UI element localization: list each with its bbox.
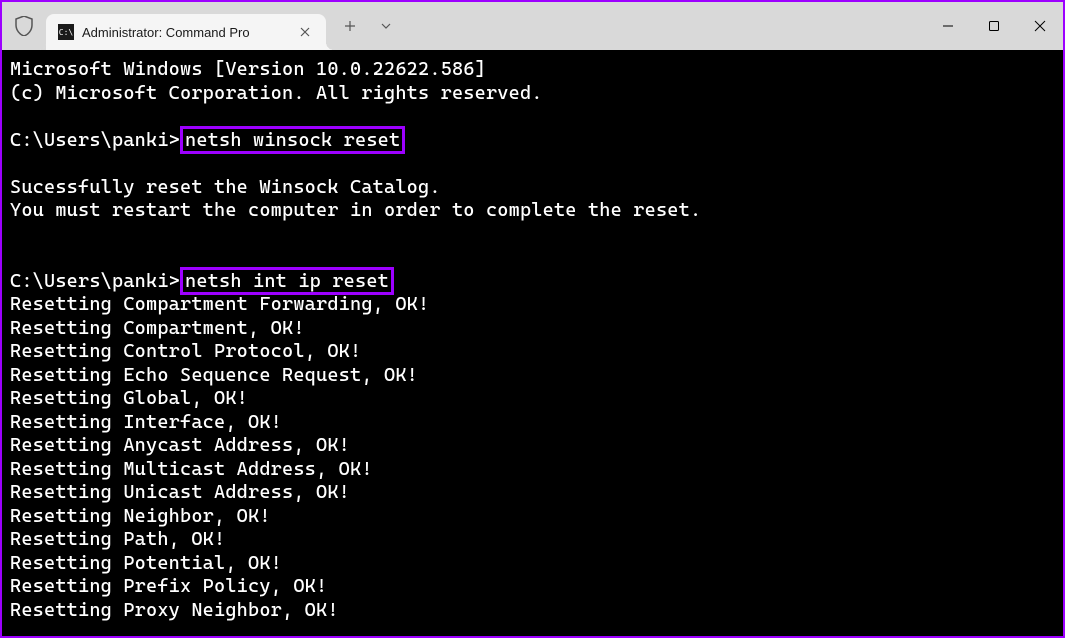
command-highlight-1: netsh winsock reset — [180, 126, 405, 154]
output-line: Resetting Prefix Policy, OK! — [10, 575, 327, 597]
copyright-line: (c) Microsoft Corporation. All rights re… — [10, 82, 543, 104]
prompt: C:\Users\panki> — [10, 129, 180, 151]
output-line: Sucessfully reset the Winsock Catalog. — [10, 176, 441, 198]
output-line: Resetting Compartment, OK! — [10, 317, 305, 339]
terminal-output[interactable]: Microsoft Windows [Version 10.0.22622.58… — [2, 50, 1063, 630]
output-line: Resetting Global, OK! — [10, 387, 248, 409]
minimize-button[interactable] — [925, 2, 971, 50]
output-line: You must restart the computer in order t… — [10, 199, 701, 221]
plus-icon — [344, 20, 356, 32]
output-line: Resetting Echo Sequence Request, OK! — [10, 364, 418, 386]
output-line: Resetting Proxy Neighbor, OK! — [10, 599, 339, 621]
cmd-icon: C:\ — [58, 24, 74, 40]
command-highlight-2: netsh int ip reset — [180, 267, 394, 295]
output-line: Resetting Unicast Address, OK! — [10, 481, 350, 503]
titlebar-left: C:\ Administrator: Command Pro — [2, 2, 410, 50]
output-line: Resetting Potential, OK! — [10, 552, 282, 574]
output-line: Resetting Neighbor, OK! — [10, 505, 271, 527]
window-controls — [925, 2, 1063, 50]
close-icon — [300, 27, 310, 37]
tab-close-button[interactable] — [296, 23, 314, 41]
output-line: Resetting Anycast Address, OK! — [10, 434, 350, 456]
chevron-down-icon — [380, 22, 392, 30]
output-line: Resetting Interface, OK! — [10, 411, 282, 433]
tab-actions — [326, 2, 410, 50]
prompt: C:\Users\panki> — [10, 270, 180, 292]
output-line: Resetting Path, OK! — [10, 528, 225, 550]
tab-title: Administrator: Command Pro — [82, 25, 288, 40]
output-line: Resetting Control Protocol, OK! — [10, 340, 361, 362]
tab-dropdown-button[interactable] — [370, 10, 402, 42]
version-line: Microsoft Windows [Version 10.0.22622.58… — [10, 58, 486, 80]
maximize-icon — [988, 20, 1000, 32]
new-tab-button[interactable] — [334, 10, 366, 42]
close-window-button[interactable] — [1017, 2, 1063, 50]
output-line: Resetting Multicast Address, OK! — [10, 458, 373, 480]
output-line: Resetting Compartment Forwarding, OK! — [10, 293, 429, 315]
shield-icon — [15, 16, 33, 36]
close-icon — [1034, 20, 1046, 32]
active-tab[interactable]: C:\ Administrator: Command Pro — [46, 14, 326, 50]
maximize-button[interactable] — [971, 2, 1017, 50]
minimize-icon — [942, 20, 954, 32]
titlebar: C:\ Administrator: Command Pro — [2, 2, 1063, 50]
